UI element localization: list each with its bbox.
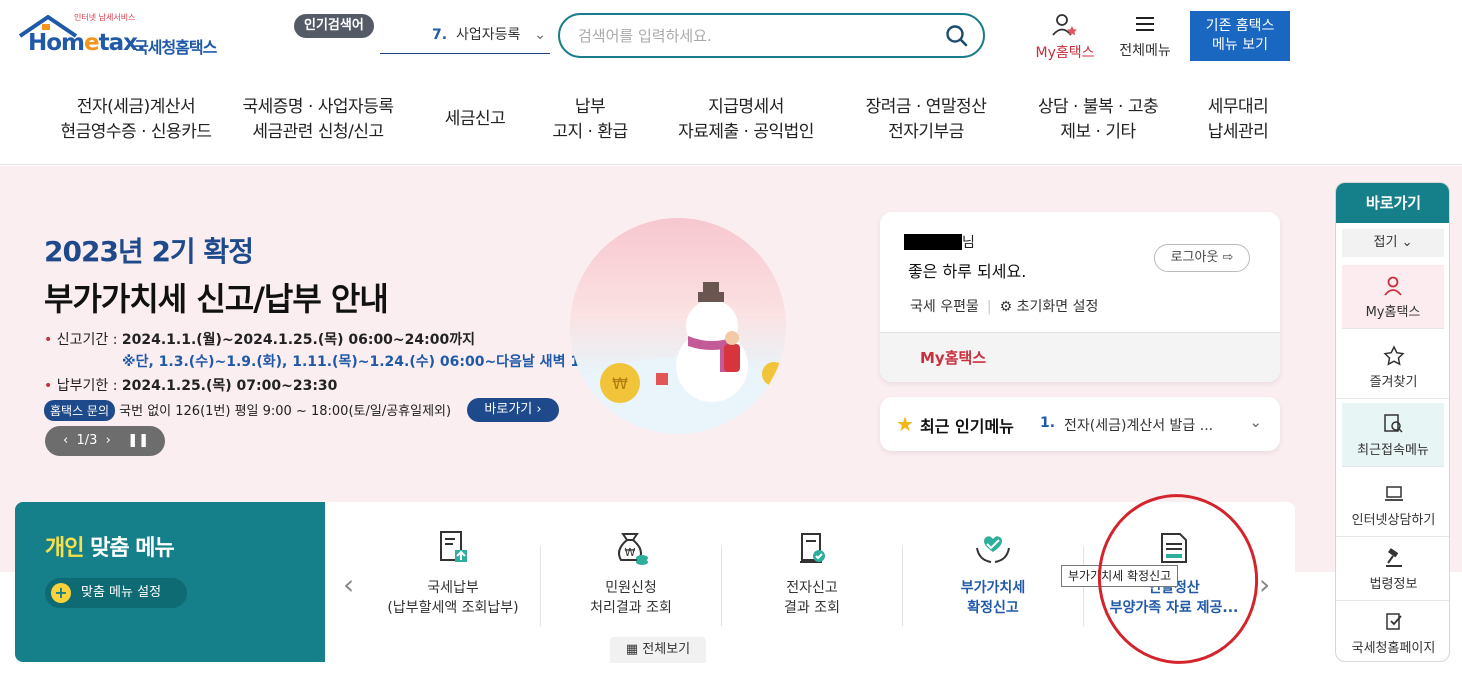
personal-menu-title: 개인 맞춤 메뉴 [45,536,175,561]
my-hometax-button[interactable]: My홈택스 [1028,12,1102,62]
quick-link-bar: 바로가기 접기 ⌄ My홈택스 즐겨찾기 최근접속메뉴 인터넷상담하기 법령정보… [1335,182,1450,662]
money-bag-icon: ₩ [618,533,648,565]
view-all-button[interactable]: ▦ 전체보기 [610,637,706,663]
chevron-right-icon[interactable]: › [1259,568,1270,601]
snowman-illustration: ₩ [570,218,786,434]
old-hometax-button[interactable]: 기존 홈택스 메뉴 보기 [1190,11,1290,61]
logo-tagline: 인터넷 납세서비스 [74,13,136,22]
snowman-icon: ₩ [570,282,786,434]
star-icon: ★ [896,412,914,436]
mailbox-link[interactable]: 국세 우편물 [910,299,979,315]
chevron-down-icon: ⌄ [534,27,546,43]
svg-text:₩: ₩ [612,374,628,393]
plus-icon: + [51,583,71,603]
search-icon[interactable] [945,24,969,48]
quick-favorites[interactable]: 즐겨찾기 [1336,335,1449,399]
star-outline-icon [1382,345,1405,366]
greeting-text: 좋은 하루 되세요. [908,262,1027,281]
quick-bar-title: 바로가기 [1336,183,1449,223]
gear-icon: ⚙ [999,299,1013,315]
hero-period: • 신고기간 : 2024.1.1.(월)~2024.1.25.(목) 06:0… [44,332,475,348]
document-search-icon [1384,414,1403,433]
logo-korean: 국세청홈택스 [134,38,217,57]
quick-menu-e-filing-result[interactable]: 전자신고 결과 조회 [722,528,902,618]
scroll-check-icon [800,533,825,563]
my-hometax-label: My홈택스 [1035,45,1095,61]
main-navigation: 전자(세금)계산서 현금영수증 · 신용카드 국세증명 · 사업자등록 세금관련 신… [0,95,1320,155]
chevron-down-icon[interactable]: ⌄ [1249,413,1262,431]
quick-online-consult[interactable]: 인터넷상담하기 [1336,473,1449,537]
all-menu-label: 전체메뉴 [1119,43,1171,59]
login-footer[interactable]: My홈택스 [880,332,1280,382]
laptop-icon [1384,486,1403,501]
quick-menu-tax-payment[interactable]: 국세납부 (납부할세액 조회납부) [363,528,543,618]
pause-icon[interactable]: ❚❚ [127,433,149,448]
gnb-item-einvoice[interactable]: 전자(세금)계산서 현금영수증 · 신용카드 [36,95,236,145]
document-check-icon [1385,613,1402,630]
popular-search-select[interactable]: 7. 사업자등록 ⌄ [380,22,550,54]
recent-popular-menu[interactable]: ★ 최근 인기메뉴 1. 전자(세금)계산서 발급 ... ⌄ [880,397,1280,451]
hero-goto-button[interactable]: 바로가기 › [467,398,559,422]
quick-law-info[interactable]: 법령정보 [1336,537,1449,601]
hero-due: • 납부기한 : 2024.1.25.(목) 07:00~23:30 [44,378,338,394]
hometax-logo[interactable]: 인터넷 납세서비스 Hometax. 국세청홈택스 [16,10,236,64]
login-links: 국세 우편물 | ⚙ 초기화면 설정 [910,299,1099,315]
quick-nts-homepage[interactable]: 국세청홈페이지 [1336,601,1449,661]
quick-menu-vat-final-report[interactable]: 부가가치세 확정신고 [903,528,1083,618]
quick-recent-menu[interactable]: 최근접속메뉴 [1342,403,1444,467]
user-star-icon [1052,14,1077,36]
logout-button[interactable]: 로그아웃 ⇨ [1154,244,1250,272]
user-icon [1384,276,1402,296]
login-card: 님 좋은 하루 되세요. 로그아웃 ⇨ 국세 우편물 | ⚙ 초기화면 설정 My홈… [880,212,1280,382]
search-input[interactable] [578,23,928,49]
hero-period-note: ※단, 1.3.(수)~1.9.(화), 1.11.(목)~1.24.(수) 0… [122,354,606,370]
hero-inquiry: 홈택스 문의 국번 없이 126(1번) 평일 9:00 ~ 18:00(토/일… [44,400,451,421]
banner-pager[interactable]: ‹ 1/3 › ❚❚ [45,426,165,456]
gnb-item-certificate[interactable]: 국세증명 · 사업자등록 세금관련 신청/신고 [218,95,418,145]
my-hometax-link[interactable]: My홈택스 [920,347,986,368]
gavel-icon [1385,548,1402,567]
all-menu-button[interactable]: 전체메뉴 [1112,12,1178,60]
prev-icon[interactable]: ‹ [63,433,68,448]
hero-title: 2023년 2기 확정 [44,235,254,268]
personal-menu-box: 개인 맞춤 메뉴 + 맞춤 메뉴 설정 [15,502,325,662]
logo-wordmark: Hometax. [28,30,146,56]
search-box [558,13,985,58]
gnb-item-tax-agent[interactable]: 세무대리 납세관리 [1188,95,1288,145]
svg-text:₩: ₩ [625,546,636,559]
gnb-item-payment-statement[interactable]: 지급명세서 자료제출 · 공익법인 [646,95,846,145]
gnb-item-payment[interactable]: 납부 고지 · 환급 [540,95,640,145]
heart-hands-icon [976,536,1010,563]
custom-menu-setting-button[interactable]: + 맞춤 메뉴 설정 [45,578,187,608]
quick-bar-fold-button[interactable]: 접기 ⌄ [1342,229,1444,257]
quick-my-hometax[interactable]: My홈택스 [1342,265,1444,329]
redacted-username [904,234,962,250]
gnb-item-consult[interactable]: 상담 · 불복 · 고충 제보 · 기타 [1018,95,1178,145]
hamburger-icon [1136,17,1154,31]
grid-icon: ▦ [625,642,639,657]
home-settings-link[interactable]: 초기화면 설정 [1017,299,1099,315]
chevron-left-icon[interactable]: ‹ [343,568,354,601]
quick-menu-civil-result[interactable]: ₩ 민원신청 처리결과 조회 [541,528,721,618]
gnb-item-incentive[interactable]: 장려금 · 연말정산 전자기부금 [826,95,1026,145]
hero-subtitle: 부가가치세 신고/납부 안내 [44,280,389,318]
next-icon[interactable]: › [106,433,111,448]
popular-search-badge: 인기검색어 [294,14,374,38]
gnb-item-tax-report[interactable]: 세금신고 [425,107,525,132]
document-upload-icon [440,531,467,562]
